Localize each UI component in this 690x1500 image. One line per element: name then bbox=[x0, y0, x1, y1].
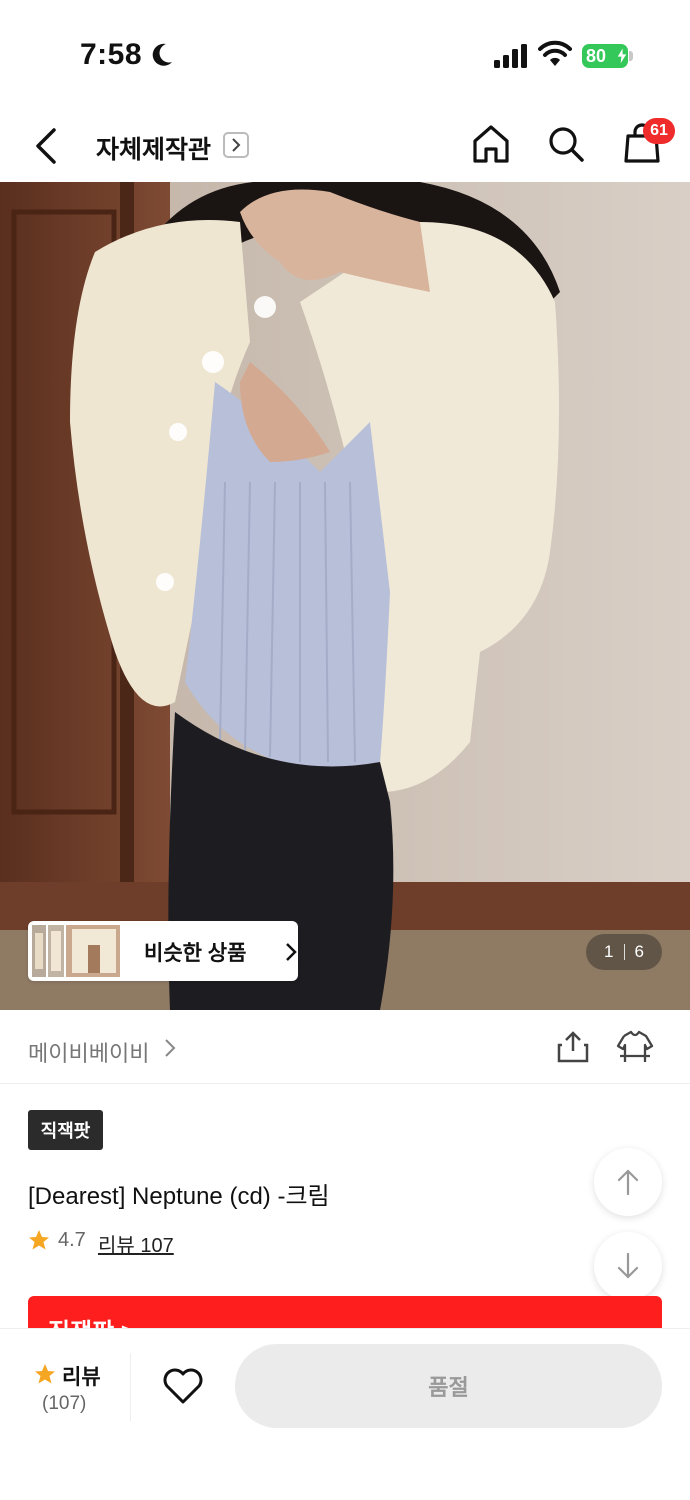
title-chevron-icon[interactable] bbox=[223, 132, 249, 158]
rating-value: 4.7 bbox=[58, 1229, 86, 1251]
chevron-right-icon[interactable] bbox=[164, 1038, 176, 1058]
top-navigation: 자체제작관 bbox=[0, 110, 690, 182]
heart-icon[interactable] bbox=[162, 1367, 204, 1405]
product-title: [Dearest] Neptune (cd) -크림 bbox=[28, 1183, 330, 1210]
review-button-label[interactable]: 리뷰 bbox=[62, 1361, 101, 1391]
scroll-to-top-button[interactable] bbox=[594, 1148, 662, 1216]
search-icon[interactable] bbox=[546, 124, 586, 164]
arrow-up-icon bbox=[617, 1169, 639, 1196]
charging-bolt-icon bbox=[616, 47, 628, 65]
signal-icon bbox=[494, 44, 527, 68]
brand-name-link[interactable]: 메이비베이비 bbox=[28, 1036, 149, 1068]
battery-level: 80 bbox=[586, 45, 607, 66]
product-image-carousel[interactable] bbox=[0, 182, 690, 1010]
back-arrow-icon[interactable] bbox=[30, 126, 64, 166]
home-icon[interactable] bbox=[472, 124, 510, 164]
image-page-indicator: 1 6 bbox=[586, 934, 662, 970]
direct-jackpot-badge: 직잭팟 bbox=[28, 1110, 103, 1150]
cart-count-badge: 61 bbox=[643, 118, 675, 144]
arrow-down-icon bbox=[617, 1252, 639, 1279]
status-time: 7:58 bbox=[80, 38, 143, 71]
moon-icon bbox=[152, 43, 172, 66]
bottom-action-bar: 리뷰 (107) 품절 bbox=[0, 1328, 690, 1500]
battery-cap bbox=[629, 51, 633, 61]
review-button-count[interactable]: (107) bbox=[42, 1393, 86, 1415]
soldout-button[interactable]: 품절 bbox=[235, 1344, 662, 1428]
chevron-right-icon bbox=[286, 943, 297, 961]
total-pages: 6 bbox=[634, 942, 644, 961]
page-title[interactable]: 자체제작관 bbox=[96, 130, 211, 166]
review-count-link[interactable]: 리뷰 107 bbox=[98, 1229, 174, 1258]
share-icon[interactable] bbox=[556, 1030, 590, 1064]
scroll-to-bottom-button[interactable] bbox=[594, 1232, 662, 1300]
page-separator bbox=[623, 944, 625, 960]
wifi-icon bbox=[538, 40, 572, 66]
star-icon bbox=[29, 1230, 49, 1250]
product-photo bbox=[0, 182, 690, 1010]
divider bbox=[130, 1353, 131, 1421]
fitting-hanger-icon[interactable] bbox=[616, 1030, 654, 1064]
star-icon bbox=[35, 1364, 55, 1384]
status-bar: 7:58 80 bbox=[0, 0, 690, 110]
similar-products-label: 비슷한 상품 bbox=[144, 942, 247, 965]
similar-products-button[interactable]: 비슷한 상품 bbox=[28, 921, 298, 981]
similar-thumbnails bbox=[32, 925, 120, 977]
current-page: 1 bbox=[604, 942, 614, 961]
brand-row: 메이비베이비 bbox=[0, 1010, 690, 1084]
